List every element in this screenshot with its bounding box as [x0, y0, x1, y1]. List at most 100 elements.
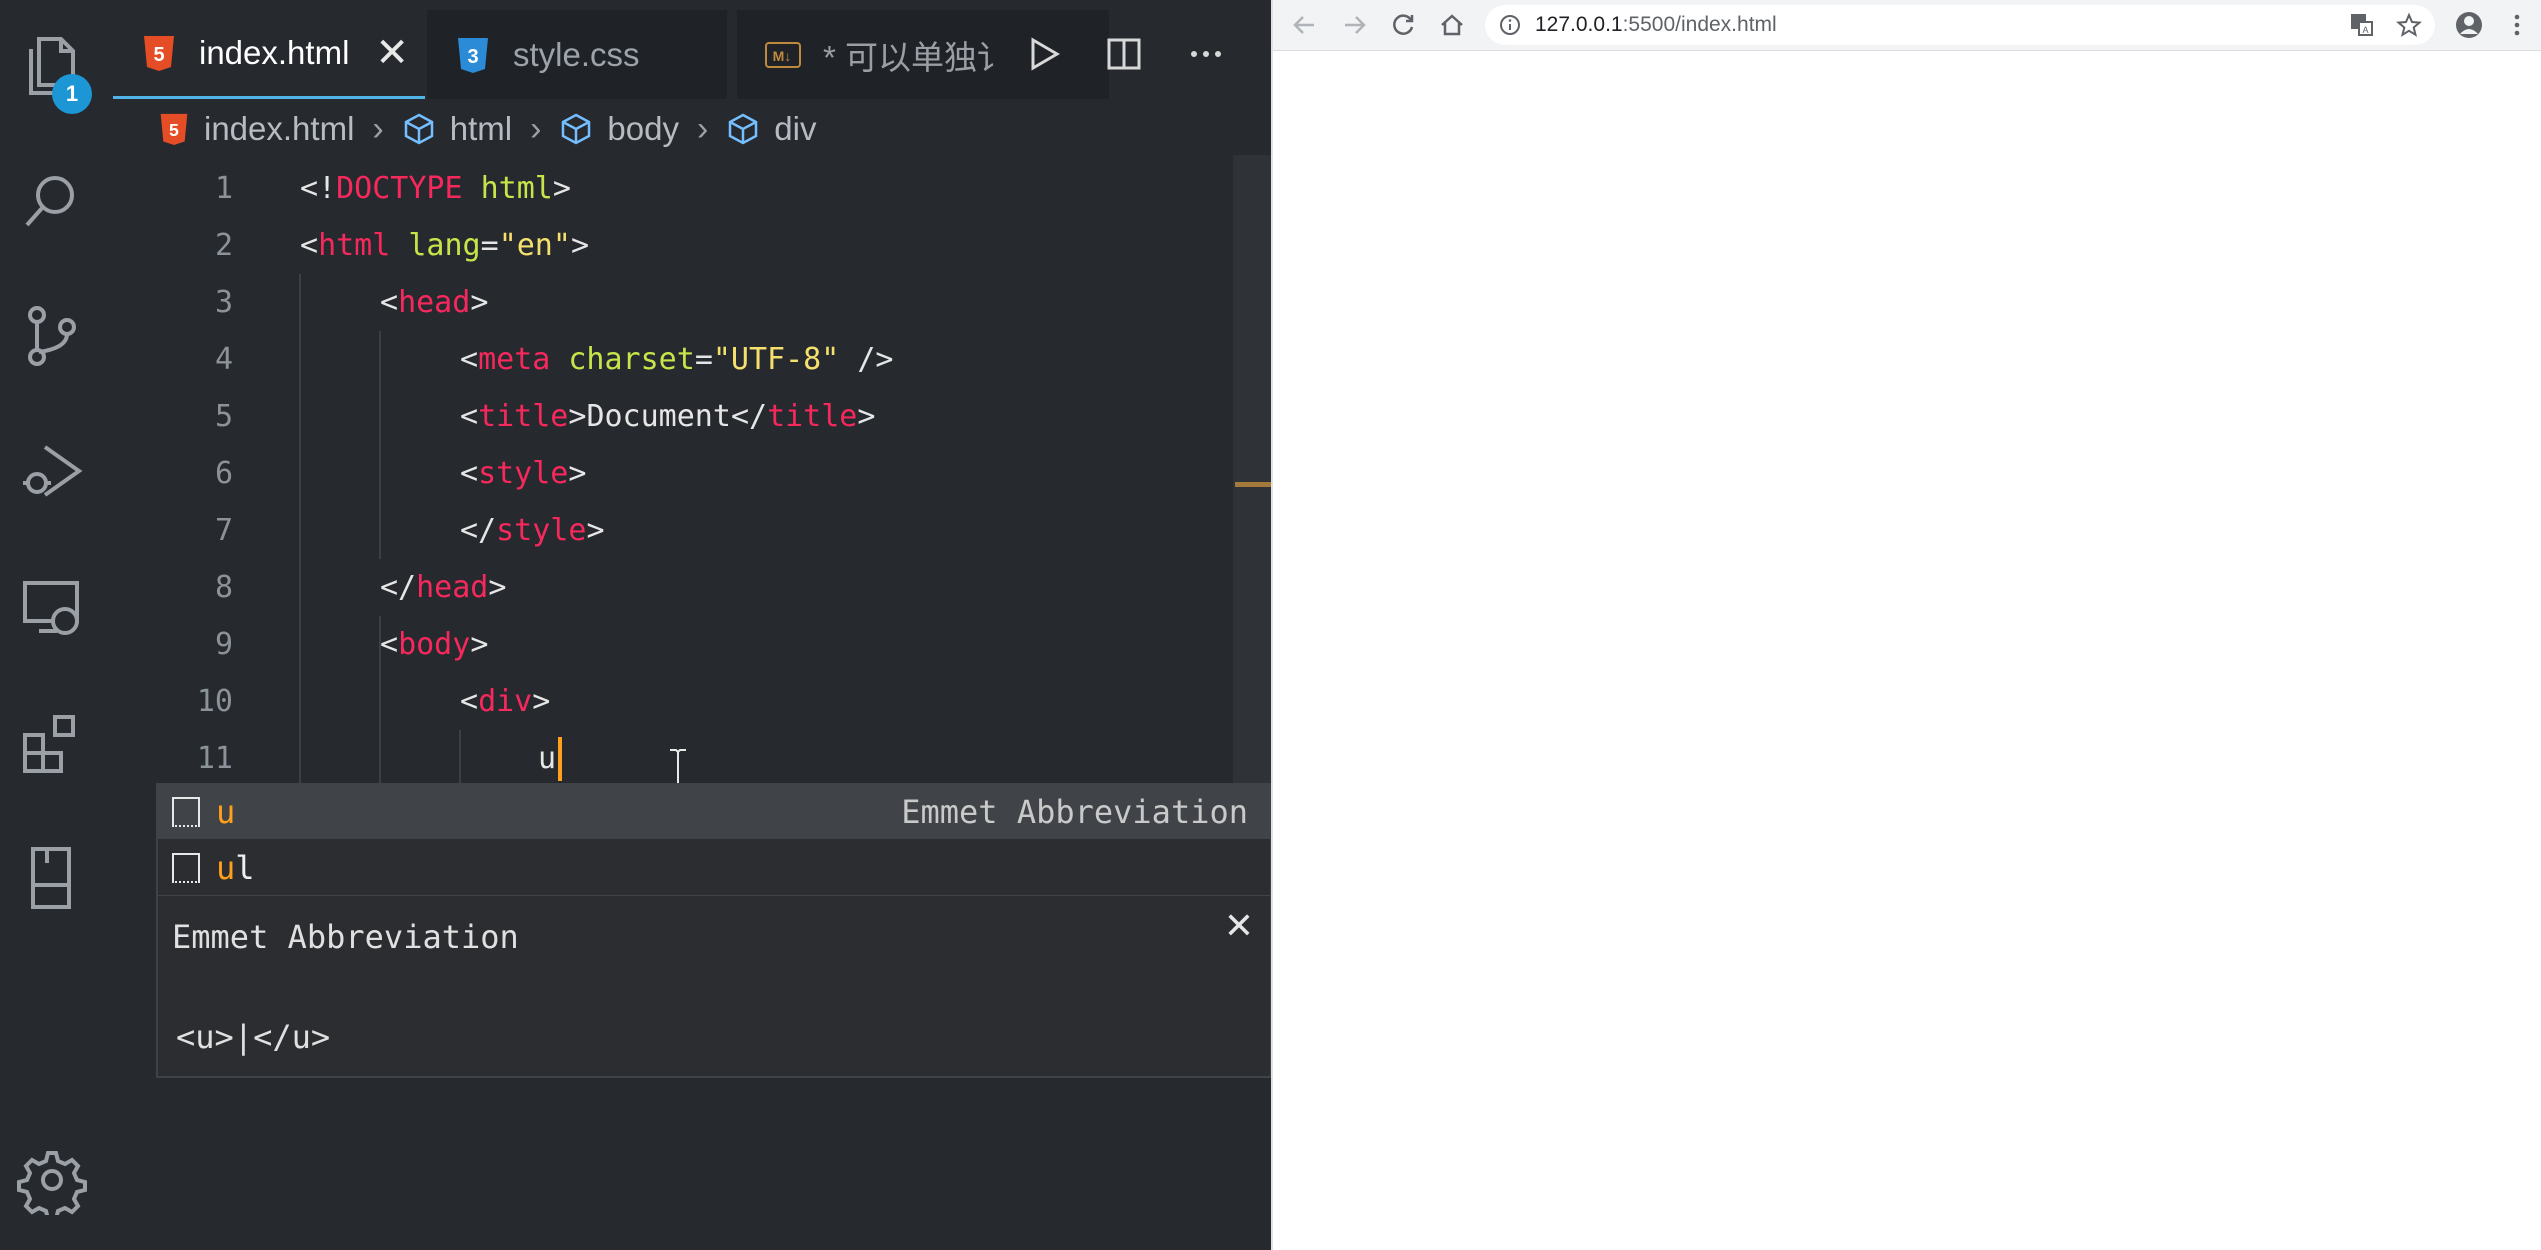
- line-content: </head>: [380, 570, 507, 605]
- explorer-badge: 1: [52, 74, 92, 114]
- breadcrumb-item-body[interactable]: body: [559, 110, 679, 148]
- code-line: 6 <style>: [113, 445, 1233, 502]
- breadcrumb-label: div: [774, 110, 817, 147]
- tab-label: style.css: [513, 35, 640, 73]
- line-content: <head>: [380, 285, 489, 320]
- svg-text:5: 5: [153, 44, 164, 66]
- tab-style-css[interactable]: 3 style.css: [427, 10, 727, 99]
- settings-gear-icon[interactable]: [14, 1142, 90, 1218]
- browser-window: 127.0.0.1:5500/index.html A: [1271, 0, 2541, 1250]
- details-title: Emmet Abbreviation: [172, 918, 519, 956]
- close-icon[interactable]: ✕: [1224, 906, 1254, 947]
- line-content: <title>Document</title>: [460, 399, 876, 434]
- svg-text:3: 3: [467, 46, 478, 68]
- address-bar[interactable]: 127.0.0.1:5500/index.html: [1485, 5, 2435, 45]
- info-icon[interactable]: [1499, 14, 1521, 36]
- line-number: 1: [214, 171, 233, 206]
- line-content: u: [538, 741, 557, 776]
- suggestion-item[interactable]: u Emmet Abbreviation: [158, 785, 1270, 839]
- breadcrumb-item-html[interactable]: html: [402, 110, 512, 148]
- editor-scrollbar[interactable]: [1233, 155, 1271, 785]
- split-editor-icon[interactable]: [1094, 24, 1154, 84]
- snippet-icon: [172, 797, 200, 827]
- code-line: 10 <div>: [113, 673, 1233, 730]
- line-number: 5: [214, 399, 233, 434]
- line-number: 2: [214, 228, 233, 263]
- code-line: 7 </style>: [113, 502, 1233, 559]
- reload-icon[interactable]: [1383, 5, 1423, 45]
- suggestion-details-panel: Emmet Abbreviation <u>|</u> ✕: [156, 895, 1271, 1078]
- markdown-icon: M↓: [765, 41, 801, 68]
- suggestion-label: u: [216, 793, 236, 831]
- code-editor-window: 1 5 index.html ✕ 3 style.css M↓ * 可以单独讠 …: [0, 0, 1271, 1250]
- bookmark-icon[interactable]: [14, 840, 90, 916]
- line-content: <div>: [460, 684, 551, 719]
- chevron-right-icon: ›: [696, 109, 709, 148]
- tab-index-html[interactable]: 5 index.html ✕: [113, 10, 425, 99]
- line-number: 4: [214, 342, 233, 377]
- text-cursor: [558, 737, 562, 781]
- html5-icon: 5: [160, 113, 188, 145]
- line-content: <style>: [460, 456, 587, 491]
- extensions-icon[interactable]: [14, 706, 90, 782]
- svg-text:M↓: M↓: [773, 48, 792, 64]
- translate-icon[interactable]: A: [2342, 5, 2382, 45]
- html5-icon: 5: [144, 36, 174, 71]
- scrollbar-cursor-marker: [1235, 482, 1271, 487]
- home-icon[interactable]: [1432, 5, 1472, 45]
- suggestion-label: ul: [216, 849, 255, 887]
- line-content: <meta charset="UTF-8" />: [460, 342, 894, 377]
- close-icon[interactable]: ✕: [375, 33, 409, 73]
- snippet-icon: [172, 853, 200, 883]
- line-number: 7: [214, 513, 233, 548]
- source-control-icon[interactable]: [14, 298, 90, 374]
- line-content: <html lang="en">: [300, 228, 589, 263]
- code-line: 3 <head>: [113, 274, 1233, 331]
- svg-text:A: A: [2362, 25, 2368, 35]
- breadcrumb-item-file[interactable]: 5 index.html: [158, 110, 354, 148]
- line-number: 9: [214, 627, 233, 662]
- line-number: 8: [214, 570, 233, 605]
- line-number: 10: [196, 684, 233, 719]
- cube-icon: [729, 113, 758, 145]
- forward-icon[interactable]: [1334, 5, 1374, 45]
- code-area[interactable]: 1 <!DOCTYPE html> 2 <html lang="en"> 3 <…: [113, 160, 1233, 844]
- code-line: 9 <body>: [113, 616, 1233, 673]
- url-host: 127.0.0.1: [1535, 13, 1623, 36]
- breadcrumb: 5 index.html › html › body › div: [158, 106, 816, 152]
- tab-label: * 可以单独讠: [823, 38, 1011, 76]
- breadcrumb-item-div[interactable]: div: [726, 110, 816, 148]
- line-number: 6: [214, 456, 233, 491]
- browser-toolbar: 127.0.0.1:5500/index.html A: [1273, 0, 2541, 51]
- chevron-right-icon: ›: [372, 109, 384, 148]
- suggestion-item[interactable]: ul: [158, 841, 1270, 895]
- run-debug-icon[interactable]: [14, 434, 90, 510]
- cube-icon: [562, 113, 591, 145]
- suggestion-list: u Emmet Abbreviation ul: [156, 783, 1271, 899]
- remote-explorer-icon[interactable]: [14, 570, 90, 646]
- breadcrumb-label: body: [607, 110, 679, 147]
- code-line: 4 <meta charset="UTF-8" />: [113, 331, 1233, 388]
- breadcrumb-label: index.html: [204, 110, 355, 147]
- line-number: 11: [196, 741, 233, 776]
- menu-icon[interactable]: [2497, 5, 2537, 45]
- run-icon[interactable]: [1013, 24, 1073, 84]
- profile-icon[interactable]: [2449, 5, 2489, 45]
- activity-bar: 1: [0, 0, 105, 1250]
- bookmark-star-icon[interactable]: [2389, 5, 2429, 45]
- search-icon[interactable]: [14, 164, 90, 240]
- code-line: 5 <title>Document</title>: [113, 388, 1233, 445]
- line-content: <!DOCTYPE html>: [300, 171, 571, 206]
- code-line: 2 <html lang="en">: [113, 217, 1233, 274]
- line-content: </style>: [460, 513, 605, 548]
- breadcrumb-label: html: [449, 110, 513, 147]
- page-viewport[interactable]: [1273, 51, 2541, 1250]
- suggestion-detail: Emmet Abbreviation: [901, 793, 1248, 831]
- tab-bar: 5 index.html ✕ 3 style.css M↓ * 可以单独讠: [113, 0, 1271, 99]
- cube-icon: [404, 113, 433, 145]
- details-code-preview: <u>|</u>: [176, 1018, 331, 1056]
- tab-label: index.html: [199, 34, 350, 71]
- more-actions-icon[interactable]: [1176, 24, 1236, 84]
- svg-text:5: 5: [169, 120, 179, 140]
- back-icon[interactable]: [1285, 5, 1325, 45]
